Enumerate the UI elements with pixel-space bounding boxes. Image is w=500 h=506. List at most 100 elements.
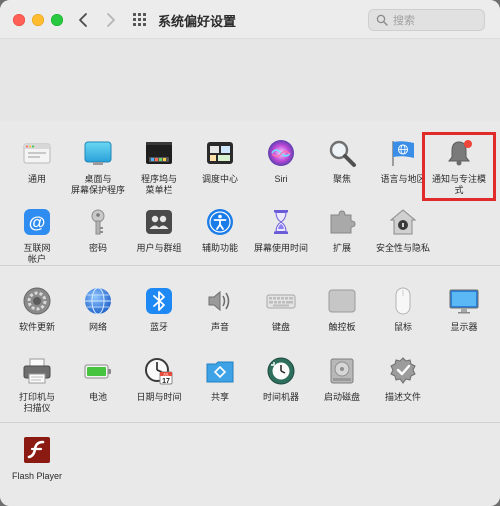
users-groups-icon [144,207,174,237]
pane-label: 调度中心 [201,174,238,184]
pane-sound[interactable]: 声音 [189,286,251,333]
pane-date-time[interactable]: JUL 17 日期与时间 [128,356,190,403]
pane-dock-menubar[interactable]: 程序坞与 菜单栏 [128,138,190,196]
pane-extensions[interactable]: 扩展 [311,207,373,254]
pane-label: 程序坞与 菜单栏 [140,174,177,195]
pane-label: 屏幕使用时间 [253,243,308,253]
pane-displays[interactable]: 显示器 [433,286,495,333]
pane-trackpad[interactable]: 触控板 [311,286,373,333]
pane-network[interactable]: 网络 [67,286,129,333]
pane-mission-control[interactable]: 调度中心 [189,138,251,185]
pane-label: 鼠标 [393,322,412,332]
pane-siri[interactable]: Siri [250,138,312,185]
notifications-focus-highlight-box [422,132,496,201]
chevron-left-icon [79,13,87,27]
minimize-window-button[interactable] [32,14,44,26]
language-region-icon [388,138,418,168]
back-button[interactable] [74,10,94,30]
pane-label: 软件更新 [18,322,55,332]
pane-label: 聚焦 [332,174,351,184]
sound-icon [205,286,235,316]
pane-label: Flash Player [11,471,63,481]
forward-button[interactable] [100,10,120,30]
dock-menubar-icon [144,138,174,168]
battery-icon [83,356,113,386]
pane-label: 共享 [210,392,229,402]
pane-screen-time[interactable]: 屏幕使用时间 [250,207,312,254]
pane-internet-accounts[interactable]: @ 互联网 帐户 [6,207,68,265]
pane-mouse[interactable]: 鼠标 [372,286,434,333]
extensions-icon [327,207,357,237]
account-banner-area [0,38,500,122]
passwords-icon [83,207,113,237]
close-window-button[interactable] [13,14,25,26]
pane-passwords[interactable]: 密码 [67,207,129,254]
pane-label: 密码 [88,243,107,253]
security-privacy-icon [388,207,418,237]
sharing-icon [205,356,235,386]
pane-security-privacy[interactable]: 安全性与隐私 [372,207,434,254]
time-machine-icon [266,356,296,386]
pane-label: 扩展 [332,243,351,253]
pane-label: 辅助功能 [201,243,238,253]
date-time-icon: JUL 17 [144,356,174,386]
accessibility-icon [205,207,235,237]
startup-disk-icon [327,356,357,386]
svg-text:JUL: JUL [163,373,169,377]
pane-battery[interactable]: 电池 [67,356,129,403]
pane-label: 用户与群组 [136,243,182,253]
pane-users-groups[interactable]: 用户与群组 [128,207,190,254]
trackpad-icon [327,286,357,316]
pane-software-update[interactable]: 软件更新 [6,286,68,333]
pane-label: 网络 [88,322,107,332]
pane-label: 安全性与隐私 [375,243,430,253]
pane-profiles[interactable]: 描述文件 [372,356,434,403]
pane-printers-scanners[interactable]: 打印机与 扫描仪 [6,356,68,414]
pane-label: 电池 [88,392,107,402]
chevron-right-icon [107,13,115,27]
printers-scanners-icon [22,356,52,386]
network-icon [83,286,113,316]
svg-text:@: @ [29,213,46,232]
pane-label: Siri [274,174,288,184]
mouse-icon [388,286,418,316]
spotlight-icon [327,138,357,168]
pane-label: 声音 [210,322,229,332]
pane-desktop-screensaver[interactable]: 桌面与 屏幕保护程序 [67,138,129,196]
screen-time-icon [266,207,296,237]
pane-startup-disk[interactable]: 启动磁盘 [311,356,373,403]
pane-time-machine[interactable]: 时间机器 [250,356,312,403]
title-bar: 系统偏好设置 [0,0,500,38]
pane-bluetooth[interactable]: 蓝牙 [128,286,190,333]
pane-general[interactable]: 通用 [6,138,68,185]
pane-label: 互联网 帐户 [23,243,51,264]
pane-flash-player[interactable]: Flash Player [6,435,68,482]
pane-label: 描述文件 [384,392,421,402]
pane-sharing[interactable]: 共享 [189,356,251,403]
preferences-section-hardware: 软件更新 网络 蓝牙 声音 键盘 触控板 鼠标 显示器 打印机与 扫描仪 电池 … [0,266,500,423]
siri-icon [266,138,296,168]
keyboard-icon [266,286,296,316]
show-all-button[interactable] [133,13,147,27]
displays-icon [449,286,479,316]
pane-label: 启动磁盘 [323,392,360,402]
search-input[interactable] [391,11,483,31]
zoom-window-button[interactable] [51,14,63,26]
pane-accessibility[interactable]: 辅助功能 [189,207,251,254]
system-preferences-window: 系统偏好设置 通用 桌面与 屏幕保护程序 程 [0,0,500,506]
bluetooth-icon [144,286,174,316]
pane-label: 键盘 [271,322,290,332]
pane-label: 通用 [27,174,46,184]
pane-label: 时间机器 [262,392,299,402]
desktop-screensaver-icon [83,138,113,168]
pane-label: 蓝牙 [149,322,168,332]
search-field[interactable] [368,9,485,31]
pane-label: 触控板 [328,322,356,332]
pane-label: 日期与时间 [136,392,182,402]
pane-label: 打印机与 扫描仪 [18,392,55,413]
flash-player-icon [22,435,52,465]
search-icon [376,14,388,26]
pane-label: 显示器 [450,322,478,332]
pane-spotlight[interactable]: 聚焦 [311,138,373,185]
pane-keyboard[interactable]: 键盘 [250,286,312,333]
